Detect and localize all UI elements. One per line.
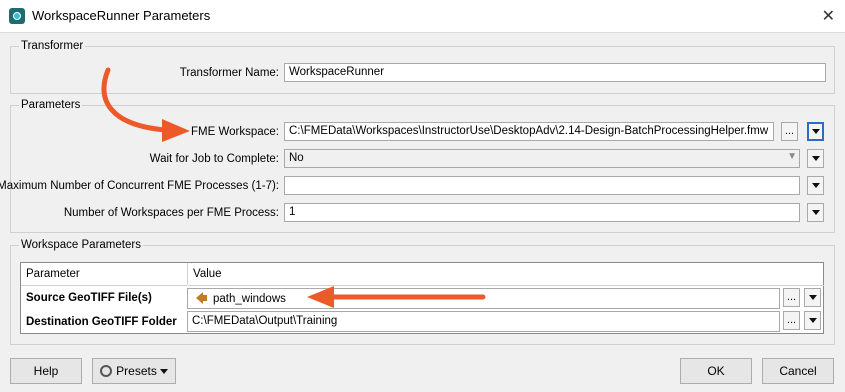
workspace-parameters-group-label: Workspace Parameters bbox=[19, 239, 143, 251]
chevron-down-icon bbox=[159, 369, 168, 374]
row-value-destination-geotiff[interactable]: C:\FMEData\Output\Training bbox=[187, 311, 780, 332]
max-processes-menu-button[interactable] bbox=[807, 176, 824, 195]
help-button[interactable]: Help bbox=[10, 358, 82, 384]
attribute-icon bbox=[196, 292, 207, 304]
column-header-parameter: Parameter bbox=[21, 263, 187, 286]
transformer-name-label: Transformer Name: bbox=[179, 67, 279, 79]
source-geotiff-browse-button[interactable]: ... bbox=[783, 288, 800, 307]
parameters-group-label: Parameters bbox=[19, 99, 83, 111]
row-parameter-source-geotiff: Source GeoTIFF File(s) bbox=[26, 292, 152, 304]
gear-icon bbox=[100, 365, 113, 377]
row-value-source-geotiff[interactable]: path_windows bbox=[187, 288, 780, 309]
cancel-button[interactable]: Cancel bbox=[762, 358, 834, 384]
wait-for-job-menu-button[interactable] bbox=[807, 149, 824, 168]
chevron-down-icon: ▼ bbox=[787, 151, 797, 162]
presets-button[interactable]: Presets bbox=[92, 358, 176, 384]
workspaces-per-process-input[interactable]: 1 bbox=[284, 203, 800, 222]
wait-for-job-value: No bbox=[289, 152, 304, 164]
source-geotiff-menu-button[interactable] bbox=[804, 288, 821, 307]
wait-for-job-select[interactable]: No ▼ bbox=[284, 149, 800, 168]
max-processes-label: Maximum Number of Concurrent FME Process… bbox=[0, 180, 279, 192]
fme-app-icon bbox=[9, 8, 25, 24]
fme-workspace-menu-button[interactable] bbox=[807, 122, 824, 141]
workspaces-per-process-label: Number of Workspaces per FME Process: bbox=[63, 207, 279, 219]
row-parameter-destination-geotiff: Destination GeoTIFF Folder bbox=[26, 316, 177, 328]
transformer-group-label: Transformer bbox=[19, 40, 86, 52]
wait-for-job-label: Wait for Job to Complete: bbox=[149, 153, 279, 165]
column-header-value: Value bbox=[188, 263, 824, 286]
destination-geotiff-menu-button[interactable] bbox=[804, 311, 821, 330]
presets-label: Presets bbox=[116, 364, 157, 378]
fme-workspace-input[interactable]: C:\FMEData\Workspaces\InstructorUse\Desk… bbox=[284, 122, 774, 141]
transformer-name-input[interactable]: WorkspaceRunner bbox=[284, 63, 826, 82]
workspaces-per-process-menu-button[interactable] bbox=[807, 203, 824, 222]
max-processes-input[interactable] bbox=[284, 176, 800, 195]
close-icon[interactable]: ✕ bbox=[822, 6, 835, 26]
ok-button[interactable]: OK bbox=[680, 358, 752, 384]
destination-geotiff-browse-button[interactable]: ... bbox=[783, 311, 800, 330]
fme-workspace-label: FME Workspace: bbox=[191, 126, 279, 138]
window-title: WorkspaceRunner Parameters bbox=[32, 8, 211, 23]
title-bar: WorkspaceRunner Parameters ✕ bbox=[0, 0, 845, 33]
fme-workspace-browse-button[interactable]: ... bbox=[781, 122, 798, 141]
source-geotiff-value: path_windows bbox=[213, 293, 286, 305]
workspace-parameters-table: Parameter Value Source GeoTIFF File(s) p… bbox=[20, 262, 824, 334]
